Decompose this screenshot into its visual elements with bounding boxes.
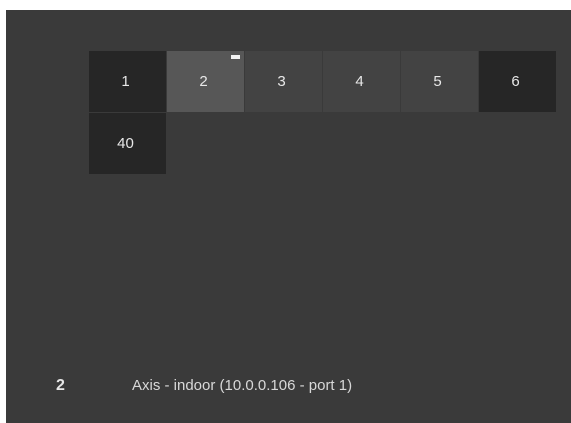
page-label: 1 [121, 73, 130, 90]
selected-camera-label: Axis - indoor (10.0.0.106 - port 1) [132, 377, 353, 394]
page-button-1[interactable]: 1 [89, 51, 166, 112]
page-label: 3 [277, 73, 286, 90]
camera-panel: 1 2 3 4 5 6 40 2 Axis - indoor (10.0.0.1… [6, 10, 571, 423]
page-label: 40 [117, 135, 134, 152]
page-label: 4 [355, 73, 364, 90]
selected-camera-bar: 2 Axis - indoor (10.0.0.106 - port 1) [6, 360, 571, 410]
page-label: 5 [433, 73, 442, 90]
page-button-40[interactable]: 40 [89, 113, 166, 174]
page-button-5[interactable]: 5 [401, 51, 478, 112]
page-label: 2 [199, 73, 208, 90]
page-button-2[interactable]: 2 [167, 51, 244, 112]
page-button-6[interactable]: 6 [479, 51, 556, 112]
page-button-3[interactable]: 3 [245, 51, 322, 112]
selected-camera-number: 2 [56, 377, 65, 394]
selected-indicator-icon [231, 55, 240, 59]
page-button-4[interactable]: 4 [323, 51, 400, 112]
page-label: 6 [511, 73, 520, 90]
